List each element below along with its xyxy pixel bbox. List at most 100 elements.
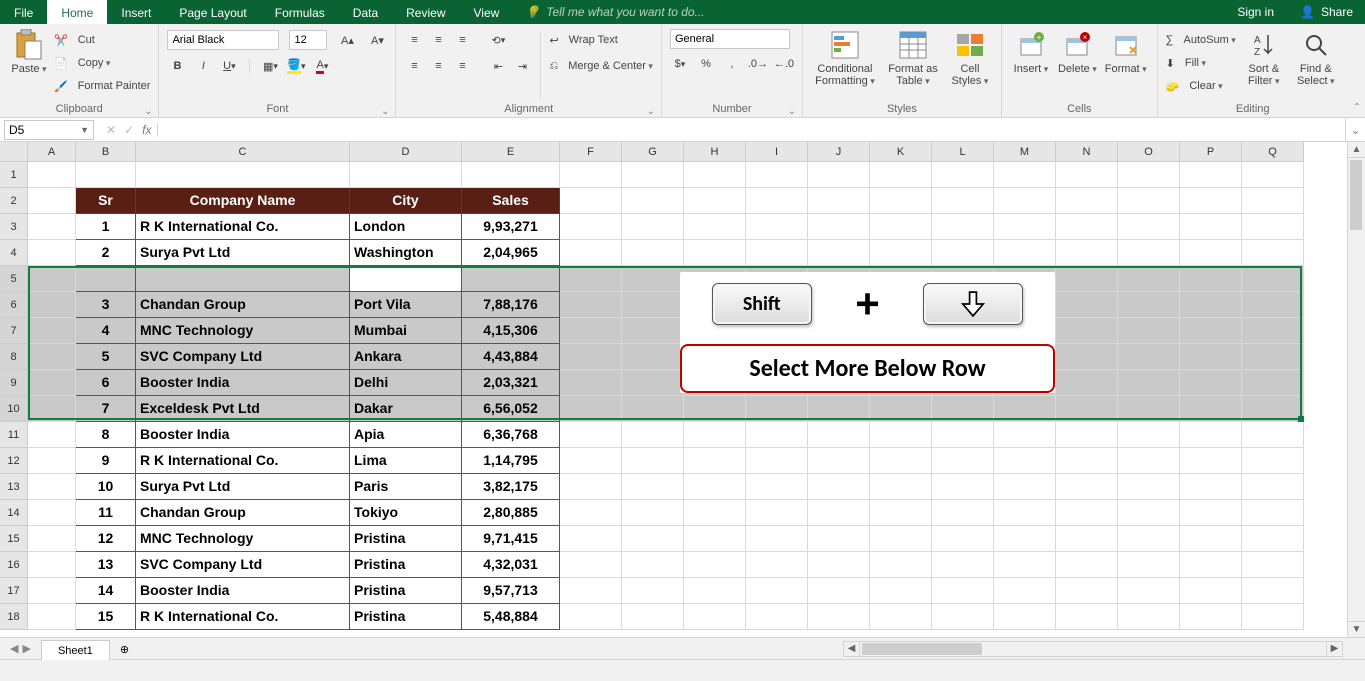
cell-D7[interactable]: Mumbai: [350, 318, 462, 344]
tab-formulas[interactable]: Formulas: [261, 0, 339, 24]
cell-G7[interactable]: [622, 318, 684, 344]
cell-L1[interactable]: [932, 162, 994, 188]
tab-page-layout[interactable]: Page Layout: [165, 0, 260, 24]
cell-K16[interactable]: [870, 552, 932, 578]
column-header-G[interactable]: G: [622, 142, 684, 162]
cell-P12[interactable]: [1180, 448, 1242, 474]
cell-L13[interactable]: [932, 474, 994, 500]
cell-A17[interactable]: [28, 578, 76, 604]
cell-D6[interactable]: Port Vila: [350, 292, 462, 318]
cell-N6[interactable]: [1056, 292, 1118, 318]
row-header-2[interactable]: 2: [0, 188, 28, 214]
fx-icon[interactable]: fx: [142, 123, 158, 137]
copy-button[interactable]: 📄Copy: [54, 52, 150, 74]
spreadsheet-grid[interactable]: ABCDEFGHIJKLMNOPQ 1234567891011121314151…: [0, 142, 1365, 637]
row-header-7[interactable]: 7: [0, 318, 28, 344]
cell-I13[interactable]: [746, 474, 808, 500]
cell-E11[interactable]: 6,36,768: [462, 422, 560, 448]
sheet-nav-prev[interactable]: ◀: [10, 642, 18, 655]
cell-N14[interactable]: [1056, 500, 1118, 526]
cell-J10[interactable]: [808, 396, 870, 422]
cell-K10[interactable]: [870, 396, 932, 422]
cell-I2[interactable]: [746, 188, 808, 214]
cell-A18[interactable]: [28, 604, 76, 630]
cell-Q1[interactable]: [1242, 162, 1304, 188]
wrap-text-button[interactable]: ↩Wrap Text: [549, 29, 653, 51]
sheet-tab-sheet1[interactable]: Sheet1: [41, 640, 110, 660]
cell-B13[interactable]: 10: [76, 474, 136, 500]
column-header-M[interactable]: M: [994, 142, 1056, 162]
orientation-button[interactable]: ⟲▾: [488, 30, 508, 50]
cut-button[interactable]: ✂️Cut: [54, 29, 150, 51]
cell-D5[interactable]: [350, 266, 462, 292]
cell-L4[interactable]: [932, 240, 994, 266]
cell-K3[interactable]: [870, 214, 932, 240]
row-header-15[interactable]: 15: [0, 526, 28, 552]
merge-center-button[interactable]: ⎌Merge & Center: [549, 55, 653, 77]
cell-G16[interactable]: [622, 552, 684, 578]
cell-F6[interactable]: [560, 292, 622, 318]
cell-J17[interactable]: [808, 578, 870, 604]
cell-Q5[interactable]: [1242, 266, 1304, 292]
cell-F18[interactable]: [560, 604, 622, 630]
column-header-O[interactable]: O: [1118, 142, 1180, 162]
cell-P8[interactable]: [1180, 344, 1242, 370]
cell-E10[interactable]: 6,56,052: [462, 396, 560, 422]
align-center-button[interactable]: ≡: [428, 56, 448, 76]
formula-input[interactable]: [172, 119, 1345, 141]
cell-G12[interactable]: [622, 448, 684, 474]
tab-insert[interactable]: Insert: [107, 0, 165, 24]
cell-A6[interactable]: [28, 292, 76, 318]
cell-P6[interactable]: [1180, 292, 1242, 318]
cell-M3[interactable]: [994, 214, 1056, 240]
cell-F9[interactable]: [560, 370, 622, 396]
tell-me-search[interactable]: 💡 Tell me what you want to do...: [525, 0, 704, 24]
cell-E5[interactable]: [462, 266, 560, 292]
delete-cells-button[interactable]: ×Delete: [1056, 27, 1099, 77]
cell-H13[interactable]: [684, 474, 746, 500]
column-header-P[interactable]: P: [1180, 142, 1242, 162]
tab-home[interactable]: Home: [47, 0, 107, 24]
column-header-Q[interactable]: Q: [1242, 142, 1304, 162]
autosum-button[interactable]: ∑AutoSum: [1166, 29, 1236, 51]
cell-J4[interactable]: [808, 240, 870, 266]
cell-D8[interactable]: Ankara: [350, 344, 462, 370]
cell-K14[interactable]: [870, 500, 932, 526]
cell-G4[interactable]: [622, 240, 684, 266]
cell-E15[interactable]: 9,71,415: [462, 526, 560, 552]
cell-N16[interactable]: [1056, 552, 1118, 578]
find-select-button[interactable]: Find & Select: [1292, 27, 1340, 89]
row-header-9[interactable]: 9: [0, 370, 28, 396]
cell-B11[interactable]: 8: [76, 422, 136, 448]
cell-G14[interactable]: [622, 500, 684, 526]
cell-H14[interactable]: [684, 500, 746, 526]
cell-M14[interactable]: [994, 500, 1056, 526]
cell-B16[interactable]: 13: [76, 552, 136, 578]
cell-P7[interactable]: [1180, 318, 1242, 344]
cell-B17[interactable]: 14: [76, 578, 136, 604]
cancel-formula-icon[interactable]: ✕: [106, 123, 116, 137]
cell-I10[interactable]: [746, 396, 808, 422]
cell-H4[interactable]: [684, 240, 746, 266]
cell-I11[interactable]: [746, 422, 808, 448]
cell-M10[interactable]: [994, 396, 1056, 422]
cell-O12[interactable]: [1118, 448, 1180, 474]
cell-D3[interactable]: London: [350, 214, 462, 240]
border-button[interactable]: ▦▾: [260, 56, 280, 76]
cell-P10[interactable]: [1180, 396, 1242, 422]
cell-C15[interactable]: MNC Technology: [136, 526, 350, 552]
cell-A11[interactable]: [28, 422, 76, 448]
cell-C9[interactable]: Booster India: [136, 370, 350, 396]
format-cells-button[interactable]: Format: [1103, 27, 1149, 77]
cell-D15[interactable]: Pristina: [350, 526, 462, 552]
cell-E2[interactable]: Sales: [462, 188, 560, 214]
cell-L12[interactable]: [932, 448, 994, 474]
cell-J13[interactable]: [808, 474, 870, 500]
cell-H1[interactable]: [684, 162, 746, 188]
cell-B3[interactable]: 1: [76, 214, 136, 240]
cell-F17[interactable]: [560, 578, 622, 604]
cell-A12[interactable]: [28, 448, 76, 474]
cell-L2[interactable]: [932, 188, 994, 214]
conditional-formatting-button[interactable]: Conditional Formatting: [811, 27, 879, 89]
cell-G15[interactable]: [622, 526, 684, 552]
